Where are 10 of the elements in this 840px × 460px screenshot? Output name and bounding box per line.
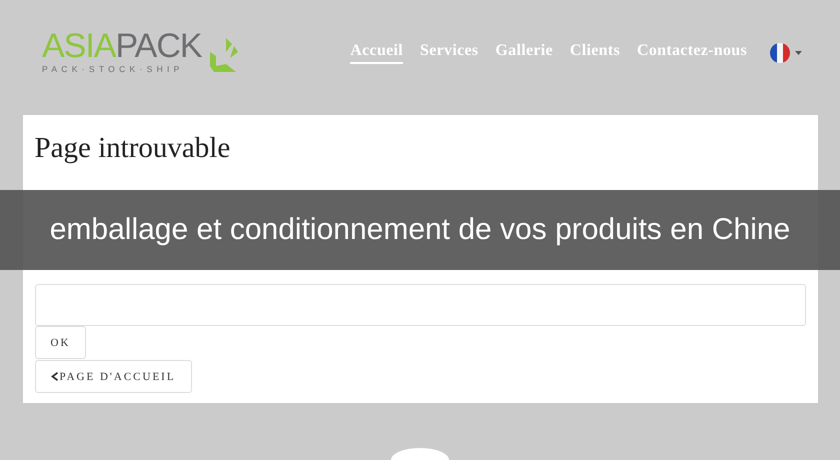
home-button[interactable]: PAGE D'ACCUEIL bbox=[34, 360, 192, 393]
ok-button[interactable]: OK bbox=[34, 326, 86, 359]
logo-tagline: PACK·STOCK·SHIP bbox=[42, 64, 185, 74]
caption-text: emballage et conditionnement de vos produits en Chine bbox=[50, 213, 790, 247]
caret-down-icon[interactable] bbox=[795, 50, 802, 54]
logo-wordmark[interactable]: ASIAPACK bbox=[42, 31, 202, 61]
chevron-left-icon bbox=[50, 372, 58, 381]
page-title: Page introuvable bbox=[34, 131, 230, 165]
france-flag-icon[interactable] bbox=[769, 42, 791, 64]
search-field[interactable] bbox=[34, 284, 806, 326]
